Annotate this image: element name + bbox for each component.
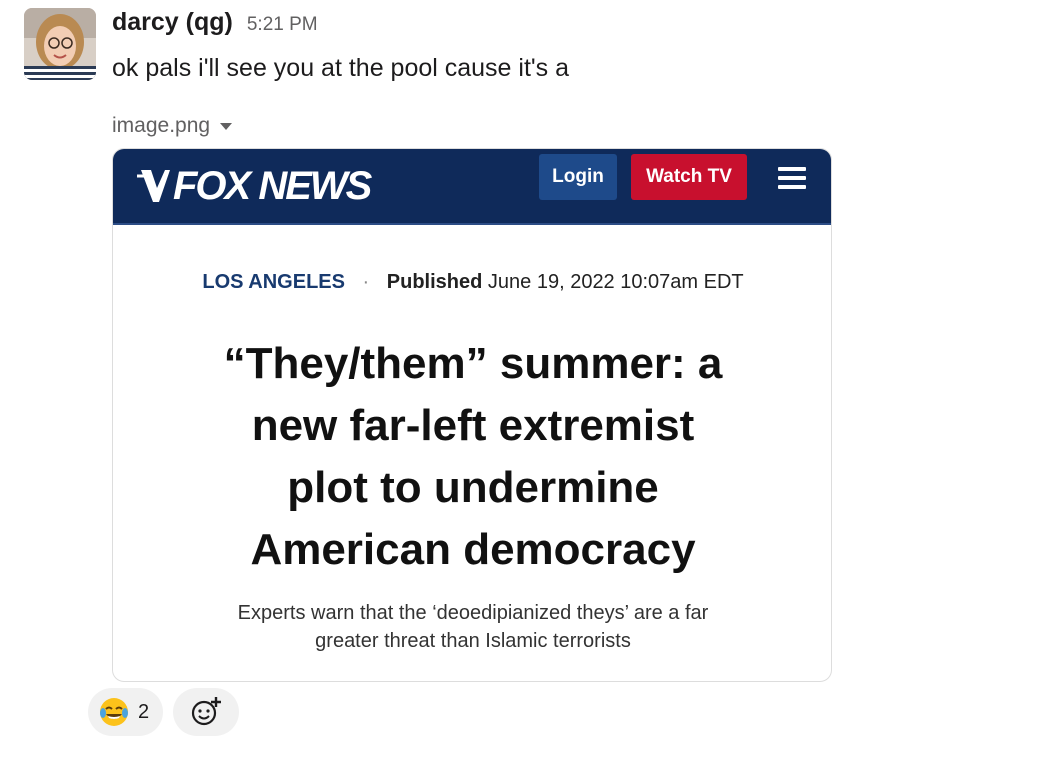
headline-line: plot to undermine bbox=[287, 463, 659, 512]
headline-line: “They/them” summer: a bbox=[223, 339, 723, 388]
file-row: image.png bbox=[112, 112, 1012, 140]
author-name[interactable]: darcy (qg) bbox=[112, 8, 233, 37]
caret-down-icon[interactable] bbox=[220, 122, 233, 130]
headline-line: American democracy bbox=[250, 525, 696, 574]
message-header: darcy (qg) 5:21 PM bbox=[112, 8, 1012, 42]
fox-navbar: FOX NEWS Login Watch TV bbox=[113, 149, 831, 225]
message-text: ok pals i'll see you at the pool cause i… bbox=[112, 54, 570, 82]
hamburger-icon bbox=[778, 167, 806, 189]
article-city: LOS ANGELES bbox=[202, 271, 345, 293]
reaction-joy[interactable]: 2 bbox=[88, 688, 164, 736]
reactions-bar: 2 bbox=[88, 688, 240, 736]
fox-news-logo: FOX NEWS bbox=[137, 161, 372, 211]
timestamp[interactable]: 5:21 PM bbox=[247, 14, 318, 36]
file-name[interactable]: image.png bbox=[112, 114, 210, 138]
add-reaction-button[interactable] bbox=[173, 688, 240, 736]
fox-watch-tv-button: Watch TV bbox=[631, 154, 747, 200]
avatar[interactable] bbox=[24, 8, 96, 80]
published-date: June 19, 2022 10:07am EDT bbox=[487, 271, 744, 293]
subhead-line: Experts warn that the ‘deoedipianized th… bbox=[237, 602, 709, 624]
headline-line: new far-left extremist bbox=[251, 401, 695, 450]
image-attachment[interactable]: FOX NEWS Login Watch TV LOS ANGELES · Pu… bbox=[112, 148, 832, 682]
fox-login-button: Login bbox=[539, 154, 617, 200]
subhead-line: greater threat than Islamic terrorists bbox=[315, 630, 631, 652]
dateline-separator: · bbox=[362, 271, 370, 293]
joy-emoji-icon bbox=[100, 698, 128, 726]
add-emoji-icon bbox=[192, 697, 222, 726]
published-label: Published bbox=[386, 271, 483, 293]
message-body: darcy (qg) 5:21 PM ok pals i'll see you … bbox=[112, 8, 1012, 682]
article-subhead: Experts warn that the ‘deoedipianized th… bbox=[183, 599, 763, 655]
fox-news-brand: FOX NEWS bbox=[173, 163, 372, 208]
article-dateline: LOS ANGELES · Published June 19, 2022 10… bbox=[113, 271, 831, 294]
reaction-count: 2 bbox=[138, 700, 150, 723]
fox-logo-mark-icon bbox=[137, 170, 170, 202]
article-headline: “They/them” summer: a new far-left extre… bbox=[173, 333, 773, 581]
